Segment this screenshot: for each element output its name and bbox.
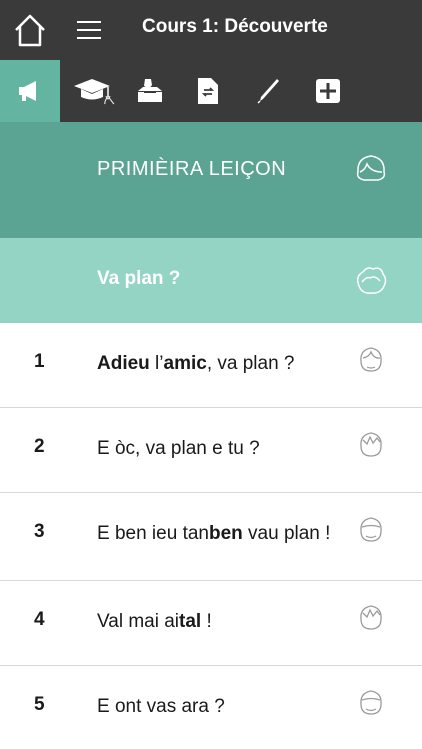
phrase-row[interactable]: 4 Val mai aital ! bbox=[0, 581, 422, 666]
lesson-title: PRIMIÈIRA LEIÇON bbox=[97, 158, 287, 180]
phrase-text-part: , va plan ? bbox=[206, 353, 295, 374]
speaker-avatar-icon[interactable] bbox=[357, 345, 385, 375]
speaker-avatar-icon[interactable] bbox=[357, 515, 385, 545]
phrase-text-part: E òc, va plan e tu ? bbox=[97, 438, 260, 459]
phrase-row[interactable]: 3 E ben ieu tanben vau plan ! bbox=[0, 493, 422, 581]
dialogue-header[interactable]: Va plan ? bbox=[0, 238, 422, 323]
phrase-text-part: l’ bbox=[149, 353, 164, 374]
tab-document[interactable] bbox=[178, 60, 238, 122]
phrase-text: E òc, va plan e tu ? bbox=[97, 434, 337, 463]
toolbar bbox=[0, 60, 422, 122]
graduation-cap-icon bbox=[74, 79, 115, 105]
ballot-box-icon bbox=[138, 79, 162, 102]
phrase-text-part: Adieu bbox=[97, 353, 150, 374]
speaker-avatar-icon[interactable] bbox=[357, 688, 385, 718]
phrase-text: Adieu l’amic, va plan ? bbox=[97, 349, 337, 378]
phrase-row[interactable]: 5 E ont vas ara ? bbox=[0, 666, 422, 750]
megaphone-icon bbox=[19, 81, 36, 101]
phrase-text-part: E ben ieu tan bbox=[97, 523, 209, 544]
phrase-row[interactable]: 2 E òc, va plan e tu ? bbox=[0, 408, 422, 493]
phrase-row[interactable]: 1 Adieu l’amic, va plan ? bbox=[0, 323, 422, 408]
phrase-number: 3 bbox=[34, 521, 45, 542]
document-swap-icon bbox=[198, 78, 218, 104]
phrase-text-part: E ont vas ara ? bbox=[97, 696, 225, 717]
speaker-avatar-icon[interactable] bbox=[357, 603, 385, 633]
dialogue-title: Va plan ? bbox=[97, 268, 181, 289]
tab-audio[interactable] bbox=[0, 60, 60, 122]
tab-vote[interactable] bbox=[120, 60, 180, 122]
phrase-text-part: Val mai ai bbox=[97, 611, 180, 632]
phrase-text-part: vau plan ! bbox=[242, 523, 331, 544]
phrase-number: 5 bbox=[34, 694, 45, 715]
speaker-avatar-icon[interactable] bbox=[357, 430, 385, 460]
top-bar: Cours 1: Découverte bbox=[0, 0, 422, 60]
phrase-text-part: ! bbox=[201, 611, 212, 632]
menu-icon[interactable] bbox=[76, 18, 102, 42]
phrase-text-part: amic bbox=[163, 353, 207, 374]
pencil-icon bbox=[257, 79, 279, 104]
group-avatar-icon[interactable] bbox=[353, 264, 389, 296]
phrase-text-part: tal bbox=[179, 611, 202, 632]
phrase-text: Val mai aital ! bbox=[97, 607, 337, 636]
phrase-number: 4 bbox=[34, 609, 45, 630]
phrase-text-part: ben bbox=[208, 523, 243, 544]
phrase-text: E ben ieu tanben vau plan ! bbox=[97, 519, 337, 548]
tab-lessons[interactable] bbox=[64, 60, 124, 122]
tab-write[interactable] bbox=[238, 60, 298, 122]
tab-add[interactable] bbox=[298, 60, 358, 122]
plus-box-icon bbox=[316, 79, 340, 103]
phrase-number: 2 bbox=[34, 436, 45, 457]
phrase-text: E ont vas ara ? bbox=[97, 692, 337, 721]
phrase-number: 1 bbox=[34, 351, 45, 372]
home-icon[interactable] bbox=[12, 12, 48, 48]
avatar-icon[interactable] bbox=[353, 152, 389, 184]
page-title: Cours 1: Découverte bbox=[142, 16, 328, 37]
lesson-header: PRIMIÈIRA LEIÇON bbox=[0, 122, 422, 238]
